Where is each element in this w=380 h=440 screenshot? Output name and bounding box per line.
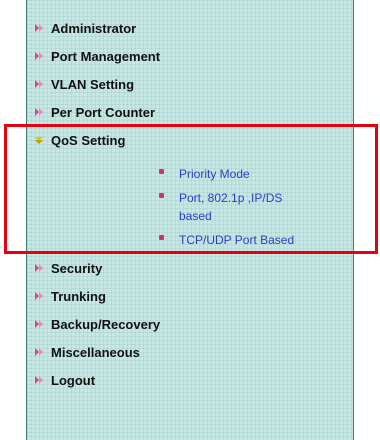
submenu-item-port-8021p-ip-ds[interactable]: Port, 802.1p ,IP/DS based [157,189,309,225]
arrow-right-icon [35,108,43,116]
bullet-icon [159,193,164,198]
submenu-item-label: Priority Mode [179,167,250,181]
bullet-icon [159,169,164,174]
menu-item-label: Backup/Recovery [51,316,161,332]
bullet-icon [159,235,164,240]
menu-item-label: Administrator [51,20,137,36]
submenu-item-label: TCP/UDP Port Based [179,233,295,247]
submenu-item-priority-mode[interactable]: Priority Mode [157,165,347,183]
arrow-down-icon [35,137,43,144]
submenu-item-tcp-udp-port-based[interactable]: TCP/UDP Port Based [157,231,347,249]
arrow-right-icon [35,292,43,300]
menu-item-label: Per Port Counter [51,104,156,120]
menu-item-port-management[interactable]: Port Management [33,47,160,65]
menu-item-label: Trunking [51,288,106,304]
menu-item-backup-recovery[interactable]: Backup/Recovery [33,315,160,333]
submenu-item-label: Port, 802.1p ,IP/DS based [179,191,283,223]
qos-submenu: Priority Mode Port, 802.1p ,IP/DS based … [157,165,347,255]
arrow-right-icon [35,24,43,32]
menu-item-qos-setting[interactable]: QoS Setting [33,131,125,149]
menu-item-miscellaneous[interactable]: Miscellaneous [33,343,140,361]
menu-item-label: Port Management [51,48,161,64]
menu-item-label: Security [51,260,103,276]
menu-item-security[interactable]: Security [33,259,102,277]
menu-item-vlan-setting[interactable]: VLAN Setting [33,75,134,93]
arrow-right-icon [35,52,43,60]
menu-item-label: QoS Setting [51,132,126,148]
menu-item-trunking[interactable]: Trunking [33,287,106,305]
arrow-right-icon [35,320,43,328]
menu-item-logout[interactable]: Logout [33,371,95,389]
arrow-right-icon [35,348,43,356]
arrow-right-icon [35,80,43,88]
menu-item-administrator[interactable]: Administrator [33,19,136,37]
menu-item-per-port-counter[interactable]: Per Port Counter [33,103,155,121]
navigation-panel: Administrator Port Management VLAN Setti… [26,0,354,440]
menu-item-label: Logout [51,372,96,388]
arrow-right-icon [35,376,43,384]
menu-item-label: Miscellaneous [51,344,140,360]
arrow-right-icon [35,264,43,272]
menu-item-label: VLAN Setting [51,76,135,92]
